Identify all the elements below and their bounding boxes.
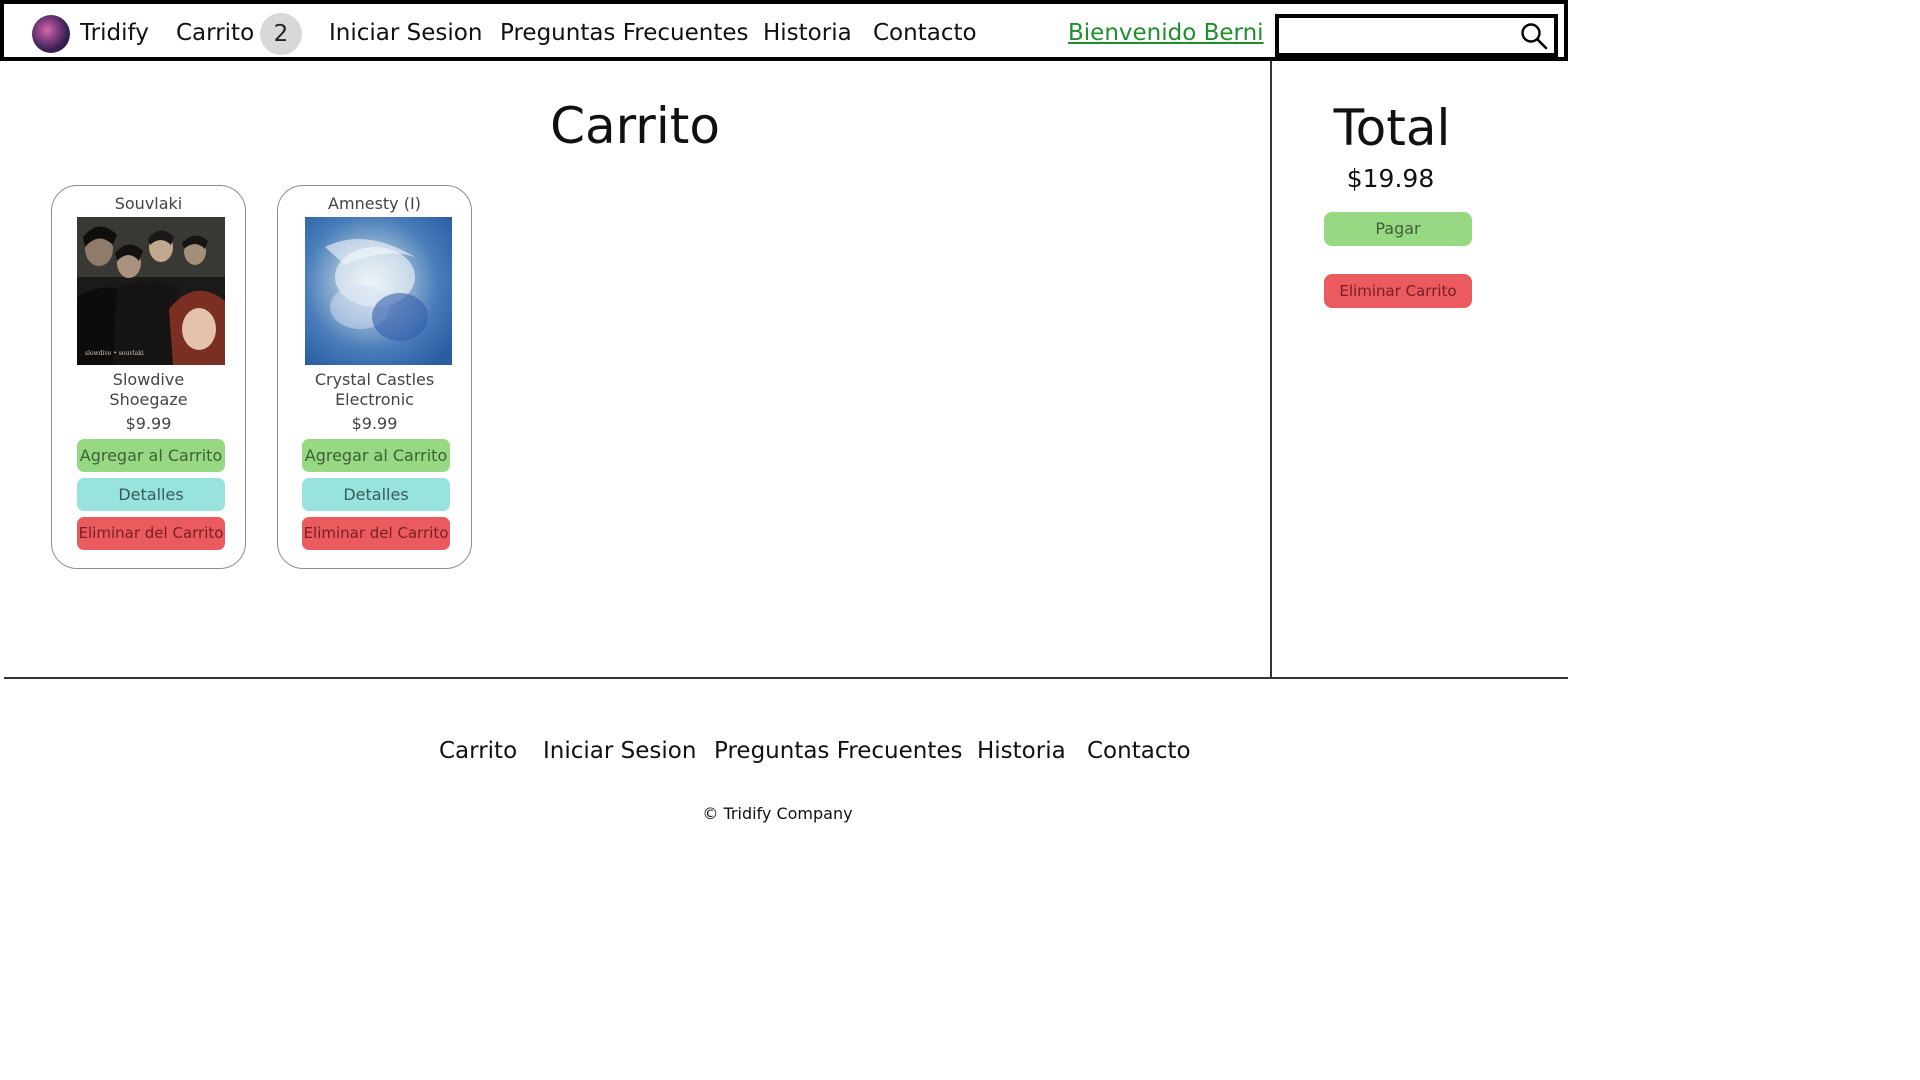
brand-link[interactable]: Tridify — [80, 18, 149, 48]
add-to-cart-button[interactable]: Agregar al Carrito — [77, 439, 225, 472]
cart-count-badge[interactable]: 2 — [260, 13, 302, 55]
product-price: $9.99 — [351, 414, 398, 433]
total-amount: $19.98 — [1346, 164, 1435, 193]
search-icon[interactable] — [1520, 22, 1548, 50]
search-input[interactable] — [1285, 22, 1515, 49]
footer-history-link[interactable]: Historia — [977, 736, 1066, 766]
product-title: Amnesty (I) — [328, 194, 421, 213]
page-title: Carrito — [550, 97, 720, 155]
remove-from-cart-button[interactable]: Eliminar del Carrito — [302, 517, 450, 550]
details-button[interactable]: Detalles — [77, 478, 225, 511]
product-artist: Crystal Castles — [314, 370, 435, 389]
copyright-text: © Tridify Company — [702, 804, 853, 823]
product-card: Souvlaki slowdive • souvlaki Slowdive Sh… — [51, 185, 246, 569]
footer-login-link[interactable]: Iniciar Sesion — [543, 736, 696, 766]
top-navbar: Tridify Carrito 2 Iniciar Sesion Pregunt… — [0, 0, 1568, 61]
remove-from-cart-button[interactable]: Eliminar del Carrito — [77, 517, 225, 550]
nav-login-link[interactable]: Iniciar Sesion — [329, 18, 482, 48]
product-card: Amnesty (I) Crystal Castles Electronic $… — [277, 185, 472, 569]
galaxy-logo-icon[interactable] — [32, 15, 70, 53]
product-genre: Electronic — [335, 390, 414, 409]
nav-history-link[interactable]: Historia — [763, 18, 852, 48]
nav-cart-link[interactable]: Carrito — [176, 18, 254, 48]
album-cover-caption: slowdive • souvlaki — [85, 350, 144, 357]
search-box — [1275, 14, 1558, 57]
nav-faq-link[interactable]: Preguntas Frecuentes — [500, 18, 749, 48]
product-genre: Shoegaze — [109, 390, 188, 409]
footer-contact-link[interactable]: Contacto — [1087, 736, 1191, 766]
footer-faq-link[interactable]: Preguntas Frecuentes — [714, 736, 963, 766]
total-title: Total — [1333, 99, 1451, 157]
nav-contact-link[interactable]: Contacto — [873, 18, 977, 48]
pay-button[interactable]: Pagar — [1324, 212, 1472, 246]
details-button[interactable]: Detalles — [302, 478, 450, 511]
footer-divider — [4, 677, 1568, 679]
album-cover-image: slowdive • souvlaki — [77, 217, 225, 365]
welcome-user-link[interactable]: Bienvenido Berni — [1068, 18, 1264, 48]
clear-cart-button[interactable]: Eliminar Carrito — [1324, 274, 1472, 308]
product-price: $9.99 — [125, 414, 172, 433]
product-title: Souvlaki — [114, 194, 183, 213]
album-cover-image — [305, 217, 452, 365]
add-to-cart-button[interactable]: Agregar al Carrito — [302, 439, 450, 472]
product-artist: Slowdive — [112, 370, 185, 389]
footer-cart-link[interactable]: Carrito — [439, 736, 517, 766]
